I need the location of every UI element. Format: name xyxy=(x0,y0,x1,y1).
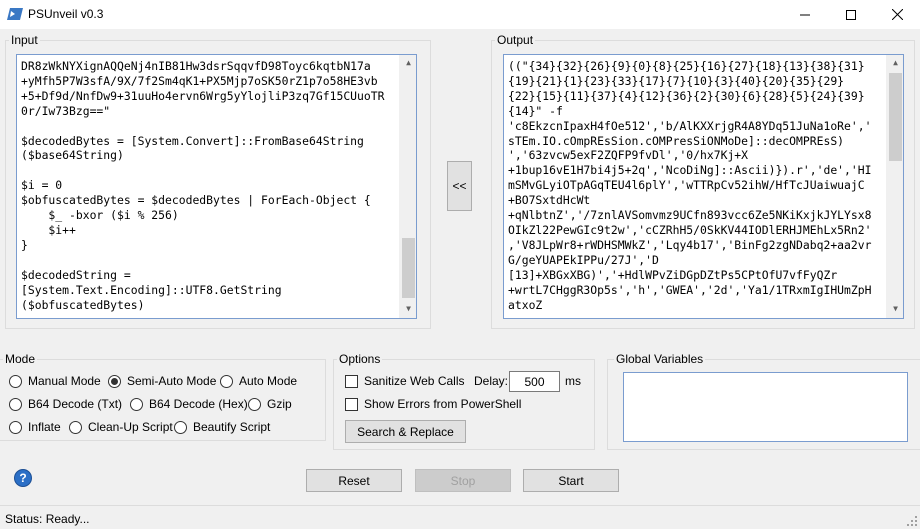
delay-unit: ms xyxy=(565,374,581,388)
radio-clean-up-script[interactable]: Clean-Up Script xyxy=(69,419,173,435)
mode-group-label: Mode xyxy=(3,352,38,366)
output-scrollbar[interactable]: ▲ ▼ xyxy=(886,55,903,318)
title-bar: PSUnveil v0.3 xyxy=(0,0,920,29)
input-scrollbar[interactable]: ▲ ▼ xyxy=(399,55,416,318)
radio-beautify-script[interactable]: Beautify Script xyxy=(174,419,270,435)
scroll-down-arrow-icon[interactable]: ▼ xyxy=(400,301,416,318)
radio-b64-decode-hex[interactable]: B64 Decode (Hex) xyxy=(130,396,248,412)
resize-grip-icon[interactable] xyxy=(906,515,918,527)
options-group-label: Options xyxy=(337,352,383,366)
input-text: DR8zWkNYXignAQQeNj4nIB81Hw3dsrSqqvfD98To… xyxy=(21,59,385,312)
copy-output-to-input-button[interactable]: << xyxy=(447,161,472,211)
close-button[interactable] xyxy=(874,0,920,29)
powershell-app-icon xyxy=(7,8,23,20)
scroll-up-arrow-icon[interactable]: ▲ xyxy=(400,55,416,72)
show-errors-checkbox[interactable]: Show Errors from PowerShell xyxy=(345,396,521,412)
radio-inflate[interactable]: Inflate xyxy=(9,419,61,435)
radio-auto-mode[interactable]: Auto Mode xyxy=(220,373,297,389)
minimize-button[interactable] xyxy=(782,0,828,29)
delay-input[interactable]: 500 xyxy=(509,371,560,392)
radio-semi-auto-mode[interactable]: Semi-Auto Mode xyxy=(108,373,216,389)
output-textarea[interactable]: (("{34}{32}{26}{9}{0}{8}{25}{16}{27}{18}… xyxy=(503,54,904,319)
stop-button[interactable]: Stop xyxy=(415,469,511,492)
help-icon[interactable]: ? xyxy=(14,469,32,487)
output-text: (("{34}{32}{26}{9}{0}{8}{25}{16}{27}{18}… xyxy=(508,59,872,312)
delay-label: Delay: xyxy=(474,374,509,388)
scroll-down-arrow-icon[interactable]: ▼ xyxy=(887,301,903,318)
help-glyph: ? xyxy=(19,471,27,485)
maximize-icon xyxy=(846,9,856,20)
minimize-icon xyxy=(800,14,810,15)
close-icon xyxy=(891,9,903,20)
scrollbar-thumb[interactable] xyxy=(889,73,902,161)
window-title: PSUnveil v0.3 xyxy=(28,7,104,21)
radio-manual-mode[interactable]: Manual Mode xyxy=(9,373,101,389)
sanitize-web-calls-checkbox[interactable]: Sanitize Web Calls xyxy=(345,373,465,389)
copy-button-label: << xyxy=(452,179,467,193)
scroll-up-arrow-icon[interactable]: ▲ xyxy=(887,55,903,72)
start-button[interactable]: Start xyxy=(523,469,619,492)
input-textarea[interactable]: DR8zWkNYXignAQQeNj4nIB81Hw3dsrSqqvfD98To… xyxy=(16,54,417,319)
radio-b64-decode-txt[interactable]: B64 Decode (Txt) xyxy=(9,396,122,412)
status-text: Status: Ready... xyxy=(5,512,90,526)
global-variables-label: Global Variables xyxy=(614,352,706,366)
status-bar: Status: Ready... xyxy=(0,505,920,529)
scrollbar-thumb[interactable] xyxy=(402,238,415,298)
output-group-label: Output xyxy=(495,33,536,47)
reset-button[interactable]: Reset xyxy=(306,469,402,492)
radio-gzip[interactable]: Gzip xyxy=(248,396,292,412)
maximize-button[interactable] xyxy=(828,0,874,29)
input-group-label: Input xyxy=(9,33,40,47)
search-replace-button[interactable]: Search & Replace xyxy=(345,420,466,443)
global-variables-textarea[interactable] xyxy=(623,372,908,442)
